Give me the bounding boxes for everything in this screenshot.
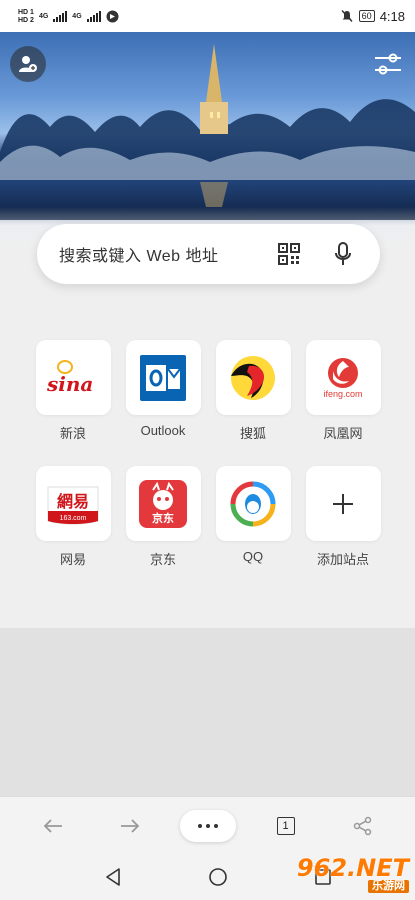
status-left: HD 1 HD 2 4G 4G [18, 9, 119, 24]
shortcut-label: 搜狐 [239, 426, 266, 441]
jd-logo: 京东 [139, 479, 187, 528]
sina-logo-text: sina [46, 372, 93, 396]
shortcut-netease[interactable]: 網易 163.com 网易 [35, 466, 111, 568]
share-icon [353, 816, 371, 835]
more-menu-button[interactable] [179, 809, 236, 842]
shortcut-label: 凤凰网 [323, 426, 363, 441]
netease-logo: 網易 163.com [47, 486, 99, 524]
plus-icon [333, 493, 353, 514]
qr-code-icon [278, 243, 300, 265]
shortcut-label: 京东 [149, 552, 176, 567]
hero-wallpaper [0, 32, 415, 252]
tile-icon-box: sina [35, 340, 111, 415]
signal-icon [53, 10, 68, 22]
back-arrow-icon [43, 818, 62, 833]
status-right: 60 4:18 [340, 9, 405, 24]
shortcut-sohu[interactable]: 搜狐 [215, 340, 291, 442]
sim-labels: HD 1 HD 2 [18, 9, 34, 24]
tile-icon-box: ifeng.com [305, 340, 381, 415]
forward-button[interactable] [103, 806, 157, 846]
shortcut-label: QQ [242, 549, 264, 564]
feed-area [0, 628, 415, 796]
tile-icon-box [305, 466, 381, 541]
battery-icon: 60 [358, 10, 375, 22]
tabs-button[interactable]: 1 [259, 806, 313, 846]
net1-label: 4G [38, 12, 49, 20]
signal-icon-2 [86, 10, 101, 22]
ifeng-logo-text: ifeng.com [323, 389, 362, 399]
netease-domain-text: 163.com [60, 515, 87, 522]
add-user-icon [19, 56, 37, 72]
voice-search-button[interactable] [326, 237, 360, 271]
shortcut-jd[interactable]: 京东 京东 [125, 466, 201, 568]
tile-icon-box: 京东 [125, 466, 201, 541]
microphone-icon [335, 242, 351, 265]
shortcut-grid: sina 新浪 Outlook 搜狐 ifeng.com 凤凰网 網易 163.… [35, 340, 381, 568]
bottom-toolbar: 1 [0, 796, 415, 854]
sina-logo: sina [46, 359, 93, 396]
ifeng-logo: ifeng.com [323, 357, 363, 399]
sim2-label: HD 2 [18, 16, 34, 24]
outlook-logo [140, 354, 186, 401]
clock: 4:18 [379, 8, 405, 24]
back-button[interactable] [26, 806, 80, 846]
watermark-sub: 乐游网 [368, 880, 409, 893]
more-icon-dot [213, 823, 218, 828]
shortcut-label: 网易 [59, 552, 86, 567]
tile-icon-box: 網易 163.com [35, 466, 111, 541]
tile-icon-box [215, 340, 291, 415]
watermark-main: 962.NET [296, 854, 409, 882]
account-button[interactable] [10, 46, 46, 82]
customize-button[interactable] [371, 48, 405, 80]
search-input[interactable]: 搜索或键入 Web 地址 [59, 242, 272, 266]
sohu-logo [231, 355, 275, 400]
status-bar: HD 1 HD 2 4G 4G 60 4:18 [0, 0, 415, 32]
jd-logo-text: 京东 [152, 511, 174, 525]
shortcut-outlook[interactable]: Outlook [125, 340, 201, 442]
system-home-button[interactable] [191, 857, 245, 897]
shortcut-label: 新浪 [59, 426, 86, 441]
net2-label: 4G [72, 12, 82, 20]
forward-arrow-icon [120, 818, 139, 833]
shortcut-qq[interactable]: QQ [215, 466, 291, 568]
sliders-icon [375, 53, 401, 75]
circle-home-icon [208, 868, 227, 886]
mute-icon [341, 10, 353, 22]
vpn-icon [106, 10, 119, 22]
system-back-button[interactable] [86, 857, 140, 897]
tabs-icon: 1 [276, 816, 295, 835]
search-bar[interactable]: 搜索或键入 Web 地址 [37, 224, 380, 284]
shortcut-sina[interactable]: sina 新浪 [35, 340, 111, 442]
triangle-back-icon [105, 868, 120, 886]
tile-icon-box [215, 466, 291, 541]
shortcut-label: 添加站点 [316, 552, 369, 567]
watermark-962: 962.NET 乐游网 [277, 856, 409, 896]
winter-landscape-image [0, 44, 415, 252]
qr-scan-button[interactable] [272, 237, 306, 271]
sim1-label: HD 1 [18, 8, 34, 16]
shortcut-add-site[interactable]: 添加站点 [305, 466, 381, 568]
qq-logo [230, 481, 276, 526]
netease-logo-text: 網易 [57, 492, 89, 511]
tile-icon-box [125, 340, 201, 415]
shortcut-label: Outlook [140, 423, 186, 438]
share-button[interactable] [336, 806, 390, 846]
shortcut-ifeng[interactable]: ifeng.com 凤凰网 [305, 340, 381, 442]
more-icon-dot [205, 823, 210, 828]
more-icon-dot [197, 823, 202, 828]
